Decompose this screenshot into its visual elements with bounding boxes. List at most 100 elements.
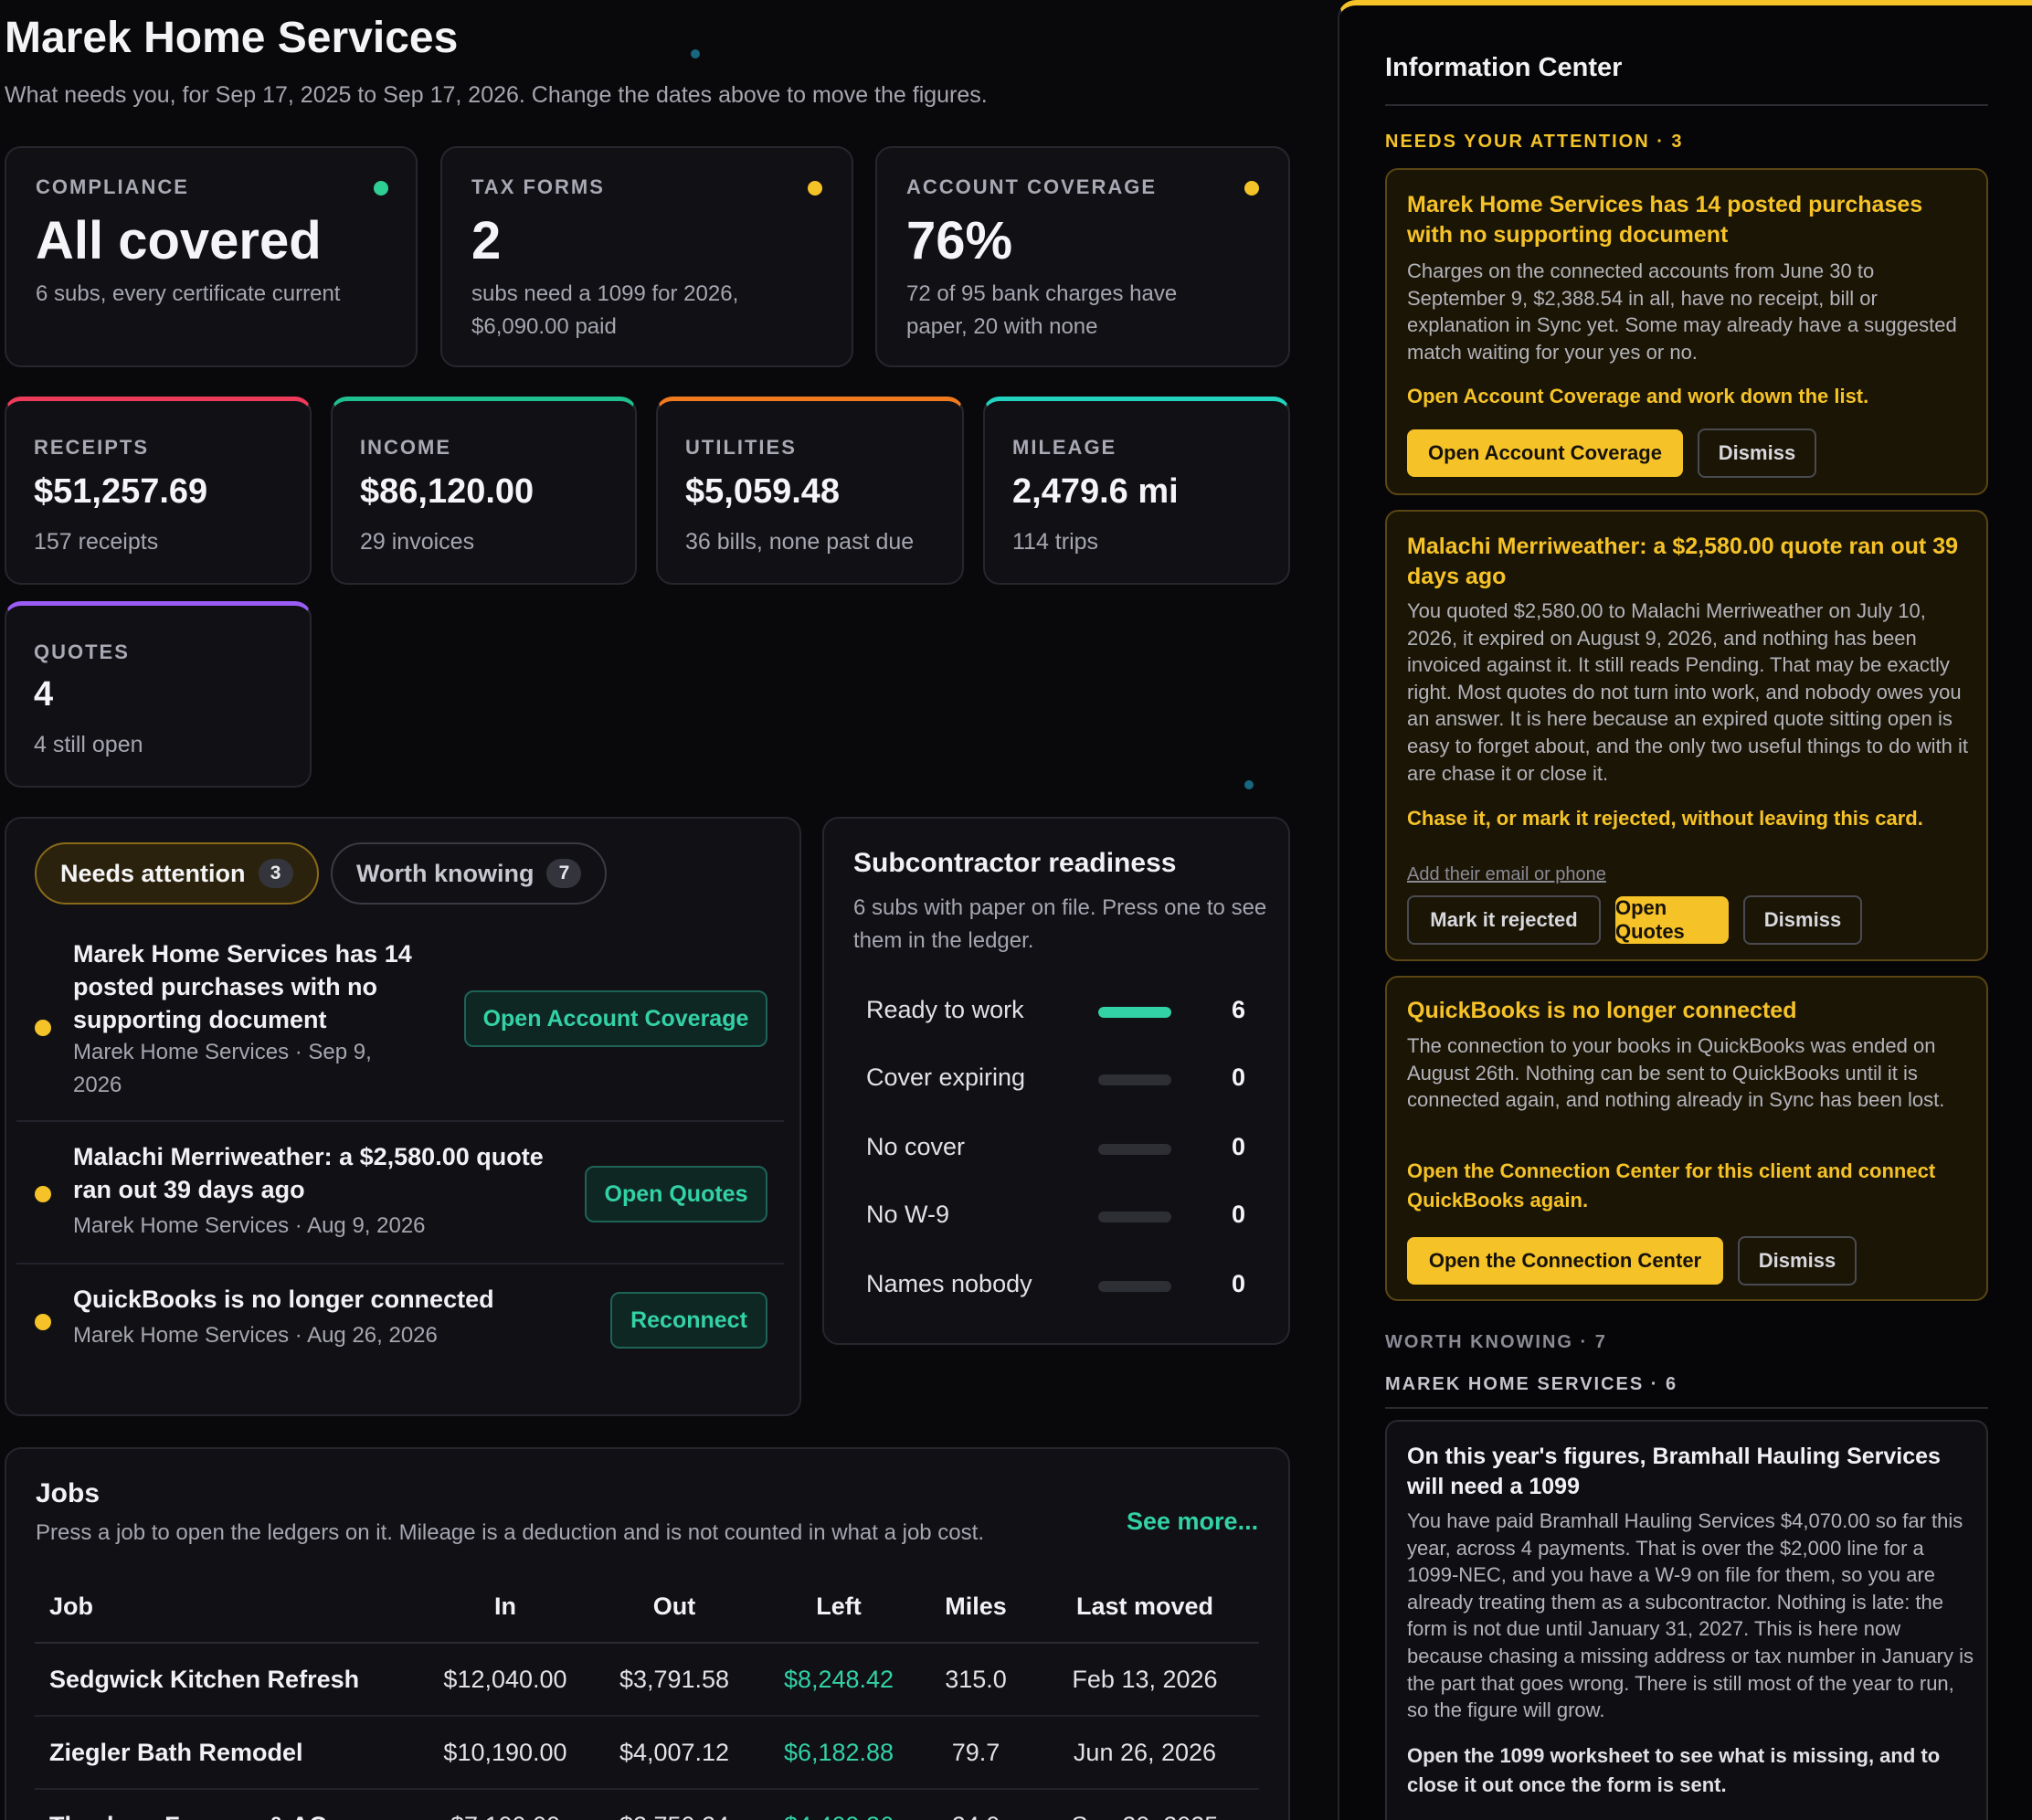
card-cta: Open Account Coverage and work down the … <box>1407 385 1869 407</box>
stat-kicker: TAX FORMS <box>471 175 605 198</box>
col-left[interactable]: Left <box>757 1571 921 1644</box>
job-miles: 79.7 <box>921 1716 1031 1790</box>
open-account-coverage-button[interactable]: Open Account Coverage <box>464 990 767 1047</box>
readiness-row-ready[interactable]: Ready to work 6 <box>866 992 1250 1029</box>
dismiss-button[interactable]: Dismiss <box>1698 429 1816 478</box>
job-out: $3,791.58 <box>592 1643 757 1717</box>
card-cta: Open the Connection Center for this clie… <box>1407 1159 1936 1212</box>
warning-dot <box>35 1314 51 1330</box>
tab-worth-knowing[interactable]: Worth knowing 7 <box>331 842 608 905</box>
metric-kicker: INCOME <box>360 436 451 459</box>
compliance-card[interactable]: COMPLIANCE All covered 6 subs, every cer… <box>5 146 418 367</box>
open-connection-center-button[interactable]: Open the Connection Center <box>1407 1237 1723 1285</box>
card-title: Malachi Merriweather: a $2,580.00 quote … <box>1407 534 1959 589</box>
divider <box>16 1120 784 1122</box>
row-count: 6 <box>1232 996 1246 1023</box>
page-subtitle: What needs you, for Sep 17, 2025 to Sep … <box>5 82 988 108</box>
metric-value: 4 <box>34 675 54 714</box>
add-contact-link[interactable]: Add their email or phone <box>1407 864 1606 885</box>
card-cta: Chase it, or mark it rejected, without l… <box>1407 807 1923 830</box>
dashboard-main: Marek Home Services What needs you, for … <box>0 0 1316 1820</box>
readiness-row-no-cover[interactable]: No cover 0 <box>866 1129 1250 1166</box>
attention-item[interactable]: Malachi Merriweather: a $2,580.00 quote … <box>16 1138 784 1257</box>
card-body: Charges on the connected accounts from J… <box>1407 259 1957 364</box>
receipts-card[interactable]: RECEIPTS $51,257.69 157 receipts <box>5 397 312 585</box>
jobs-title: Jobs <box>36 1478 101 1508</box>
attention-item[interactable]: Marek Home Services has 14 posted purcha… <box>16 932 784 1115</box>
dismiss-button[interactable]: Dismiss <box>1743 895 1862 945</box>
table-row[interactable]: Thackery Furnace & AC $7,100.00 $2,750.2… <box>35 1789 1259 1820</box>
metric-value: $86,120.00 <box>360 472 534 511</box>
client-kicker: MAREK HOME SERVICES · 6 <box>1385 1374 1678 1394</box>
col-in[interactable]: In <box>418 1571 592 1644</box>
col-miles[interactable]: Miles <box>921 1571 1031 1644</box>
progress-bar <box>1098 1212 1171 1222</box>
attention-title: Malachi Merriweather: a $2,580.00 quote … <box>73 1143 544 1203</box>
readiness-row-no-w9[interactable]: No W-9 0 <box>866 1197 1250 1233</box>
tax-forms-card[interactable]: TAX FORMS 2 subs need a 1099 for 2026, $… <box>440 146 853 367</box>
col-out[interactable]: Out <box>592 1571 757 1644</box>
job-in: $7,100.00 <box>418 1789 592 1820</box>
income-card[interactable]: INCOME $86,120.00 29 invoices <box>331 397 637 585</box>
readiness-row-names-nobody[interactable]: Names nobody 0 <box>866 1266 1250 1303</box>
tab-needs-attention[interactable]: Needs attention 3 <box>35 842 319 905</box>
see-more-link[interactable]: See more... <box>1127 1508 1258 1536</box>
jobs-table: Job In Out Left Miles Last moved Sedgwic… <box>35 1571 1259 1820</box>
stat-kicker: COMPLIANCE <box>36 175 189 198</box>
row-count: 0 <box>1232 1133 1246 1160</box>
job-miles: 315.0 <box>921 1643 1031 1717</box>
divider <box>1385 1407 1988 1409</box>
table-row[interactable]: Sedgwick Kitchen Refresh $12,040.00 $3,7… <box>35 1643 1259 1717</box>
open-quotes-button[interactable]: Open Quotes <box>1615 896 1729 944</box>
utilities-card[interactable]: UTILITIES $5,059.48 36 bills, none past … <box>656 397 964 585</box>
status-dot <box>808 181 822 196</box>
job-miles: 24.0 <box>921 1789 1031 1820</box>
job-last-moved: Jun 26, 2026 <box>1031 1716 1259 1790</box>
row-label: Ready to work <box>866 996 1024 1023</box>
attention-meta: Marek Home Services · Sep 9, 2026 <box>73 1040 372 1097</box>
progress-bar <box>1098 1281 1171 1292</box>
information-center-panel: Information Center NEEDS YOUR ATTENTION … <box>1338 0 2032 1820</box>
col-last-moved[interactable]: Last moved <box>1031 1571 1259 1644</box>
job-in: $10,190.00 <box>418 1716 592 1790</box>
attention-meta: Marek Home Services · Aug 9, 2026 <box>73 1213 426 1238</box>
divider <box>16 1263 784 1264</box>
quotes-card[interactable]: QUOTES 4 4 still open <box>5 601 312 788</box>
tab-label: Worth knowing <box>356 859 534 887</box>
readiness-row-expiring[interactable]: Cover expiring 0 <box>866 1060 1250 1096</box>
info-card-quickbooks: QuickBooks is no longer connected The co… <box>1385 976 1988 1301</box>
account-coverage-card[interactable]: ACCOUNT COVERAGE 76% 72 of 95 bank charg… <box>875 146 1290 367</box>
col-job[interactable]: Job <box>35 1571 418 1644</box>
job-out: $2,750.24 <box>592 1789 757 1820</box>
tab-count-badge: 7 <box>546 859 582 888</box>
card-body: You quoted $2,580.00 to Malachi Merriwea… <box>1407 599 1968 785</box>
card-body: The connection to your books in QuickBoo… <box>1407 1034 1945 1112</box>
mileage-card[interactable]: MILEAGE 2,479.6 mi 114 trips <box>983 397 1290 585</box>
divider <box>1385 104 1988 106</box>
page-title: Marek Home Services <box>5 14 459 62</box>
card-title: Marek Home Services has 14 posted purcha… <box>1407 192 1923 248</box>
open-account-coverage-button[interactable]: Open Account Coverage <box>1407 429 1683 477</box>
progress-bar <box>1098 1074 1171 1085</box>
row-count: 0 <box>1232 1270 1246 1297</box>
mark-rejected-button[interactable]: Mark it rejected <box>1407 895 1601 945</box>
metric-kicker: MILEAGE <box>1012 436 1117 459</box>
decor-dot <box>691 49 700 58</box>
metric-count: 114 trips <box>1012 529 1099 555</box>
dismiss-button[interactable]: Dismiss <box>1738 1236 1857 1286</box>
open-quotes-button[interactable]: Open Quotes <box>585 1166 767 1222</box>
attention-item[interactable]: QuickBooks is no longer connected Marek … <box>16 1281 784 1391</box>
card-body: You have paid Bramhall Hauling Services … <box>1407 1509 1974 1722</box>
attention-title: QuickBooks is no longer connected <box>73 1286 494 1313</box>
tab-count-badge: 3 <box>258 859 293 888</box>
job-name: Ziegler Bath Remodel <box>35 1716 418 1790</box>
metric-kicker: UTILITIES <box>685 436 797 459</box>
row-label: Cover expiring <box>866 1063 1026 1091</box>
table-row[interactable]: Ziegler Bath Remodel $10,190.00 $4,007.1… <box>35 1716 1259 1790</box>
job-name: Sedgwick Kitchen Refresh <box>35 1643 418 1717</box>
readiness-desc: 6 subs with paper on file. Press one to … <box>853 895 1267 953</box>
info-card-1099: On this year's figures, Bramhall Hauling… <box>1385 1420 1988 1820</box>
bar-fill <box>1098 1007 1171 1018</box>
job-out: $4,007.12 <box>592 1716 757 1790</box>
reconnect-button[interactable]: Reconnect <box>610 1292 767 1349</box>
